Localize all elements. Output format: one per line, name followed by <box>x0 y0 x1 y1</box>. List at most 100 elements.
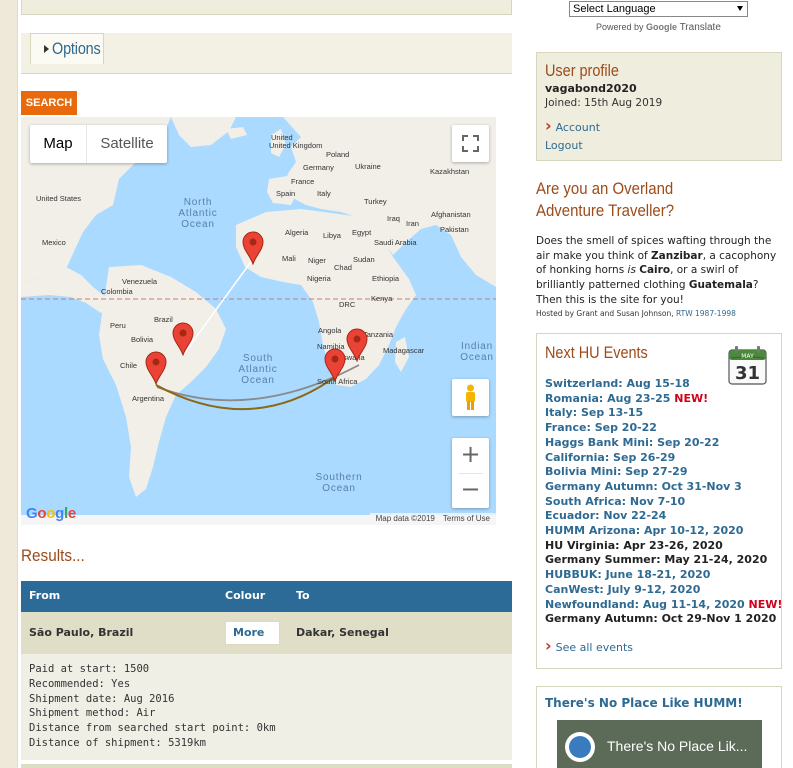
terms-link[interactable]: Terms of Use <box>443 514 490 524</box>
results-title: Results... <box>21 546 85 565</box>
map-marker-sao-paulo[interactable] <box>172 322 194 356</box>
map-label-uk: United Kingdom <box>269 141 323 150</box>
calendar-month: MAY <box>741 353 754 360</box>
rtw-link[interactable]: RTW 1987-1998 <box>676 309 736 318</box>
overland-description: Does the smell of spices wafting through… <box>536 234 782 308</box>
google-logo[interactable]: Google <box>26 505 76 522</box>
user-profile-box: User profile vagabond2020 Joined: 15th A… <box>536 52 782 161</box>
caret-down-icon <box>737 6 743 11</box>
event-item[interactable]: South Africa: Nov 7-10 <box>545 495 782 510</box>
zoom-in-button[interactable]: + <box>452 438 489 473</box>
fullscreen-button[interactable] <box>452 125 489 162</box>
map-marker-johannesburg[interactable] <box>346 328 368 362</box>
map-label-drc: DRC <box>339 300 356 309</box>
map-label-kazakhstan: Kazakhstan <box>430 167 470 176</box>
google-map[interactable]: United United Kingdom Poland Germany Ukr… <box>21 117 496 525</box>
event-list: Switzerland: Aug 15-18 Romania: Aug 23-2… <box>545 377 782 627</box>
event-item: Germany Autumn: Oct 29-Nov 1 2020 <box>545 612 777 626</box>
column-to: To <box>296 589 310 602</box>
language-select[interactable]: Select Language <box>569 1 748 17</box>
overland-zanzibar: Zanzibar <box>651 249 703 262</box>
event-item[interactable]: CanWest: July 9-12, 2020 <box>545 583 782 598</box>
options-label: Options <box>52 39 101 58</box>
event-item[interactable]: Romania: Aug 23-25 NEW! <box>545 392 782 407</box>
zoom-control: + − <box>452 438 489 508</box>
zoom-divider <box>458 473 483 474</box>
pegman-icon <box>466 384 475 410</box>
event-item[interactable]: France: Sep 20-22 <box>545 421 782 436</box>
options-tab[interactable]: Options <box>30 33 104 64</box>
overland-cairo: Cairo <box>639 264 671 277</box>
results-bottom-bar <box>21 764 512 768</box>
event-item[interactable]: HUMM Arizona: Apr 10-12, 2020 <box>545 524 782 539</box>
hosted-by: Hosted by Grant and Susan Johnson, RTW 1… <box>536 309 736 318</box>
map-view-button[interactable]: Map <box>30 125 87 163</box>
ocean-label-north-atlantic: North Atlantic Ocean <box>178 197 218 230</box>
see-all-events-link[interactable]: › See all events <box>545 636 633 655</box>
map-landmass <box>21 117 496 525</box>
events-title: Next HU Events <box>545 343 648 362</box>
map-label-bolivia: Bolivia <box>131 335 154 344</box>
map-label-libya: Libya <box>323 231 341 240</box>
column-from: From <box>29 589 61 602</box>
video-thumbnail[interactable]: There's No Place Lik... <box>557 720 762 768</box>
map-marker-buenos-aires[interactable] <box>145 351 167 385</box>
more-button[interactable]: More <box>225 621 280 645</box>
satellite-view-button[interactable]: Satellite <box>87 125 167 163</box>
map-label-nigeria: Nigeria <box>307 274 331 283</box>
map-label-afghanistan: Afghanistan <box>431 210 471 219</box>
map-label-egypt: Egypt <box>352 228 372 237</box>
detail-recommended: Recommended: Yes <box>29 677 131 690</box>
google-wordmark: Google <box>646 22 678 32</box>
search-button[interactable]: SEARCH <box>21 91 77 115</box>
detail-paid: Paid at start: 1500 <box>29 663 150 675</box>
map-label-poland: Poland <box>326 150 350 159</box>
column-colour: Colour <box>225 589 266 602</box>
zoom-out-button[interactable]: − <box>452 473 489 508</box>
overland-title: Are you an Overland Adventure Traveller? <box>536 179 675 220</box>
map-label-italy: Italy <box>317 189 331 198</box>
map-label-pakistan: Pakistan <box>440 225 469 234</box>
map-marker-durban[interactable] <box>324 348 346 382</box>
event-item[interactable]: Bolivia Mini: Sep 27-29 <box>545 465 782 480</box>
ocean-label-south-atlantic: South Atlantic Ocean <box>238 353 278 386</box>
event-item[interactable]: Haggs Bank Mini: Sep 20-22 <box>545 436 782 451</box>
profile-joined: Joined: 15th Aug 2019 <box>545 97 663 109</box>
event-item[interactable]: Newfoundland: Aug 11-14, 2020 NEW! <box>545 598 782 613</box>
event-item: HU Virginia: Apr 23-26, 2020 <box>545 538 723 552</box>
event-item[interactable]: California: Sep 26-29 <box>545 451 782 466</box>
event-item[interactable]: Germany Autumn: Oct 31-Nov 3 <box>545 480 782 495</box>
detail-distance-shipment: Distance of shipment: 5319km <box>29 736 207 749</box>
map-label-iraq: Iraq <box>387 214 400 223</box>
triangle-right-icon <box>44 45 49 53</box>
map-label-sudan: Sudan <box>353 255 375 264</box>
event-item[interactable]: Ecuador: Nov 22-24 <box>545 509 782 524</box>
map-label-germany: Germany <box>303 163 334 172</box>
translate-link[interactable]: Translate <box>680 22 721 33</box>
event-item[interactable]: Italy: Sep 13-15 <box>545 406 782 421</box>
map-label-france: France <box>291 177 315 186</box>
map-marker-dakar[interactable] <box>242 231 264 265</box>
map-label-iran: Iran <box>406 219 419 228</box>
map-label-chad: Chad <box>334 263 352 272</box>
map-type-control: Map Satellite <box>30 125 167 163</box>
powered-by-label: Powered by <box>596 22 644 32</box>
row-to: Dakar, Senegal <box>296 626 389 639</box>
map-label-niger: Niger <box>308 256 326 265</box>
ocean-label-southern: Southern Ocean <box>315 472 363 494</box>
profile-username: vagabond2020 <box>545 82 637 95</box>
event-item[interactable]: HUBBUK: June 18-21, 2020 <box>545 568 782 583</box>
video-title: There's No Place Lik... <box>607 738 748 754</box>
chevron-right-icon: › <box>545 636 552 655</box>
logout-link[interactable]: Logout <box>545 139 583 152</box>
event-item[interactable]: Switzerland: Aug 15-18 <box>545 377 782 392</box>
detail-shipment-date: Shipment date: Aug 2016 <box>29 692 175 705</box>
street-view-pegman[interactable] <box>452 379 489 416</box>
detail-distance-start: Distance from searched start point: 0km <box>29 722 276 735</box>
map-label-madagascar: Madagascar <box>383 346 425 355</box>
map-label-spain: Spain <box>276 189 296 198</box>
options-bar: Options <box>21 33 512 74</box>
result-details: Paid at start: 1500 Recommended: Yes Shi… <box>21 654 512 760</box>
account-link[interactable]: › Account <box>545 116 600 135</box>
map-label-angola: Angola <box>318 326 342 335</box>
